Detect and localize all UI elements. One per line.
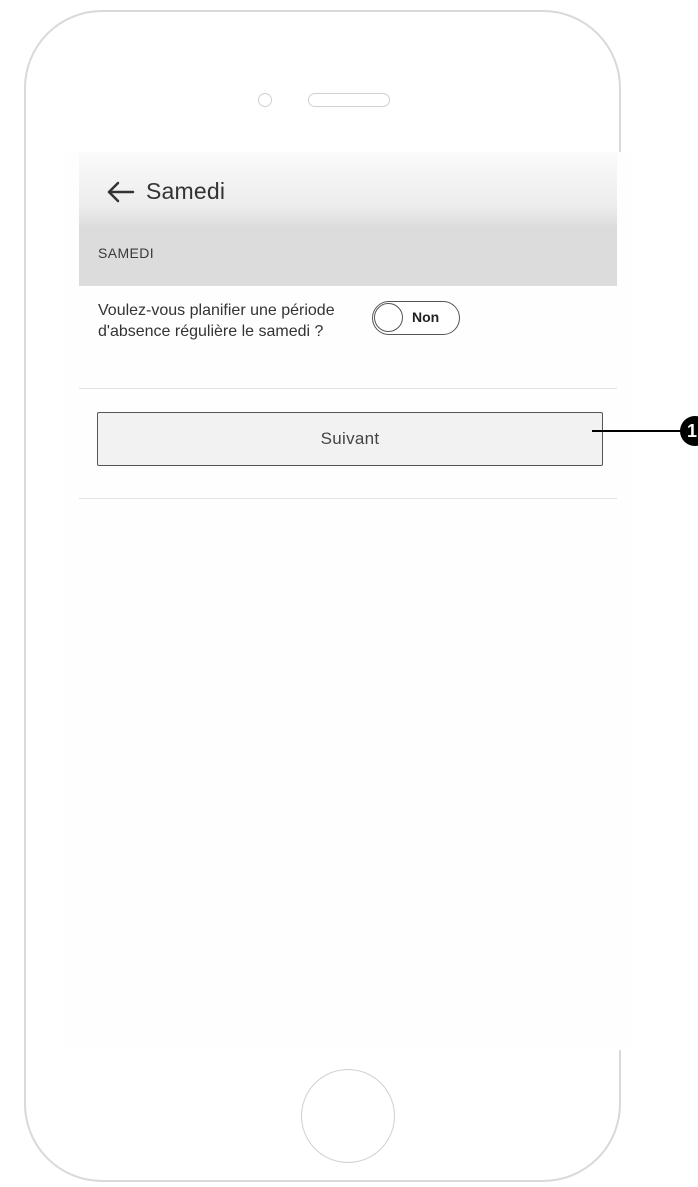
callout-line: [592, 430, 686, 432]
page-title: Samedi: [146, 178, 226, 204]
earpiece-speaker: [308, 93, 390, 107]
front-camera: [258, 93, 272, 107]
app-screen: Samedi SAMEDI Voulez-vous planifier une …: [64, 152, 631, 1050]
question-text: Voulez-vous planifier une période d'abse…: [98, 302, 335, 340]
arrow-left-icon[interactable]: [105, 180, 135, 204]
absence-toggle[interactable]: Non: [372, 301, 460, 335]
section-label: SAMEDI: [98, 245, 155, 261]
next-row: Suivant: [79, 388, 617, 499]
question-row: Voulez-vous planifier une période d'abse…: [79, 286, 617, 389]
toggle-knob: [374, 303, 403, 332]
callout-marker: 1: [680, 416, 698, 446]
next-button[interactable]: Suivant: [97, 412, 603, 466]
toggle-label: Non: [412, 309, 440, 325]
phone-frame: Samedi SAMEDI Voulez-vous planifier une …: [24, 10, 631, 1182]
app-header: Samedi SAMEDI: [79, 152, 617, 286]
home-button[interactable]: [301, 1069, 395, 1163]
